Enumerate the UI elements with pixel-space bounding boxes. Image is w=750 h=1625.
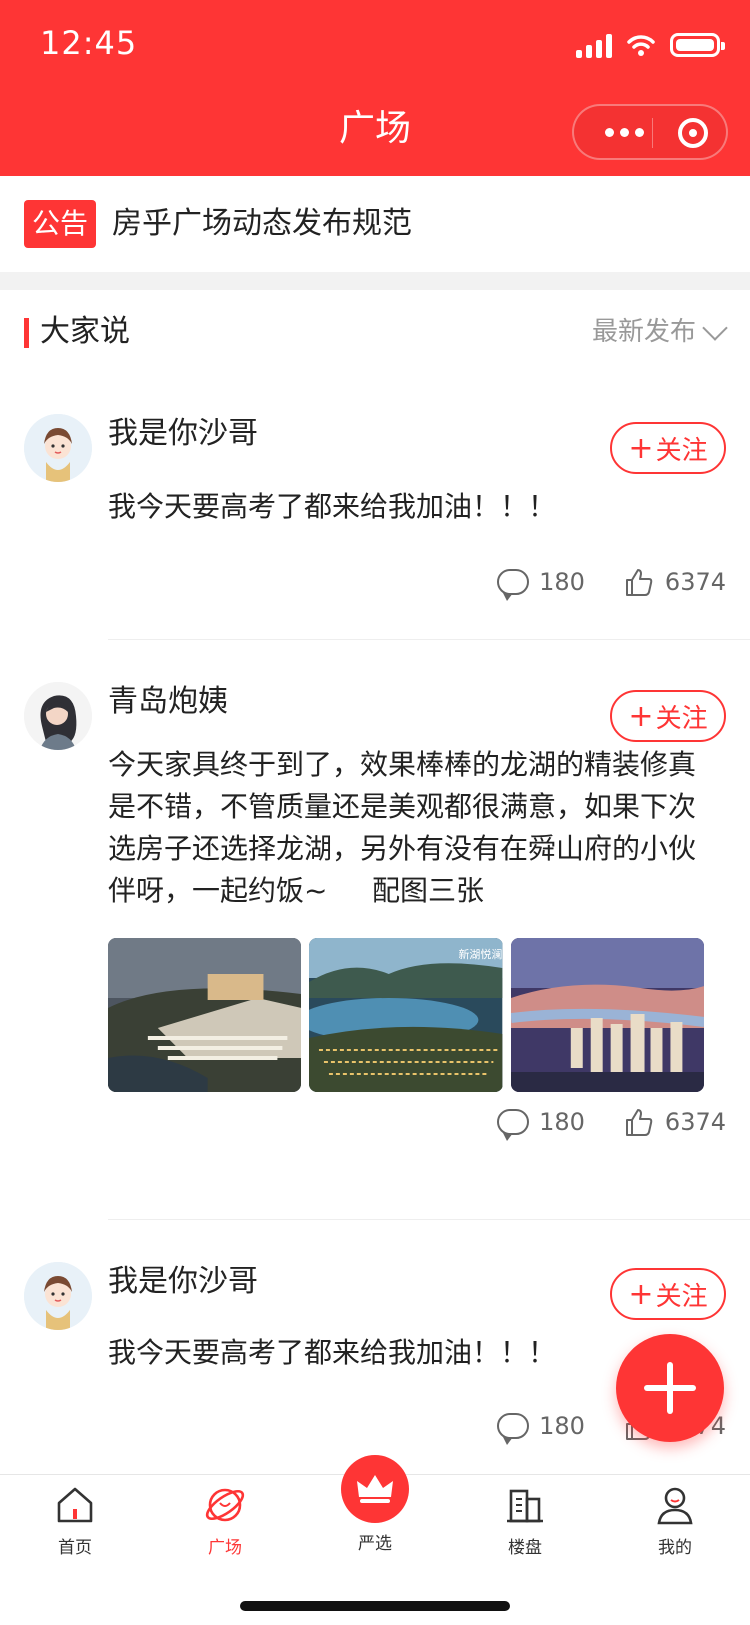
username[interactable]: 我是你沙哥 [108,414,258,454]
photo-watermark: 新湖悦澜 [459,947,503,961]
plus-icon: + [628,698,654,734]
crown-icon [341,1455,409,1523]
tab-label: 严选 [358,1534,392,1554]
tab-selection[interactable]: 严选 [330,1455,420,1554]
post-photo[interactable]: 新湖悦澜 [309,938,503,1092]
plus-icon: + [628,430,654,466]
post-text: 今天家具终于到了，效果棒棒的龙湖的精装修真是不错，不管质量还是美观都很满意，如果… [108,748,697,907]
thumbs-up-icon [623,566,655,598]
more-icon[interactable] [594,116,654,148]
post-photo[interactable] [108,938,302,1092]
building-icon [503,1483,547,1527]
follow-label: 关注 [655,703,708,734]
status-time: 12:45 [40,24,138,62]
capsule-divider [652,118,653,148]
comment-count: 180 [539,1412,585,1440]
section-gap [0,272,750,290]
comment-icon [497,1109,530,1141]
sort-label: 最新发布 [591,317,696,347]
notice-text[interactable]: 房乎广场动态发布规范 [112,200,412,248]
section-accent-bar [24,318,29,348]
home-icon [53,1483,97,1527]
follow-label: 关注 [655,1281,708,1312]
comment-stat[interactable]: 180 [497,568,585,601]
tab-profile[interactable]: 我的 [630,1483,720,1558]
tab-home[interactable]: 首页 [30,1483,120,1558]
tab-label: 广场 [208,1538,242,1558]
navigation-header: 12:45 广场 [0,0,750,176]
like-count: 6374 [664,1108,726,1136]
post-text: 我今天要高考了都来给我加油！！！ [108,490,557,523]
section-title: 大家说 [40,314,130,349]
follow-button[interactable]: + 关注 [610,1268,726,1320]
tab-properties[interactable]: 楼盘 [480,1483,570,1558]
chevron-down-icon [702,315,728,341]
post-stats: 180 6374 [497,562,726,602]
plus-icon: + [628,1276,654,1312]
close-target-icon[interactable] [678,118,708,148]
home-indicator [240,1601,510,1611]
sort-dropdown[interactable]: 最新发布 [591,312,728,352]
tab-plaza[interactable]: 广场 [180,1483,270,1558]
thumbs-up-icon [623,1106,655,1138]
avatar[interactable] [24,682,92,750]
comment-icon [497,569,530,601]
post-stats: 180 6374 [497,1102,726,1142]
signal-icon [576,32,612,58]
comment-stat[interactable]: 180 [497,1412,585,1445]
like-stat[interactable]: 6374 [623,1106,726,1138]
post-photo[interactable] [510,938,704,1092]
section-header: 大家说 最新发布 [0,290,750,373]
tab-label: 楼盘 [508,1538,542,1558]
username[interactable]: 青岛炮姨 [108,682,228,722]
notice-tag: 公告 [24,200,96,248]
follow-button[interactable]: + 关注 [610,690,726,742]
notice-bar[interactable]: 公告 房乎广场动态发布规范 [0,176,750,272]
user-icon [653,1483,697,1527]
post-card[interactable]: 我是你沙哥 + 关注 我今天要高考了都来给我加油！！！ 180 6374 [0,372,750,640]
photo-grid: 新湖悦澜 [108,938,704,1092]
avatar[interactable] [24,414,92,482]
wifi-icon [627,35,655,56]
comment-stat[interactable]: 180 [497,1108,585,1141]
comment-count: 180 [539,568,585,596]
like-count: 6374 [664,568,726,596]
username[interactable]: 我是你沙哥 [108,1262,258,1302]
tab-label: 首页 [58,1538,92,1558]
comment-count: 180 [539,1108,585,1136]
planet-icon [203,1483,247,1527]
follow-label: 关注 [655,435,708,466]
comment-icon [497,1413,530,1445]
follow-button[interactable]: + 关注 [610,422,726,474]
create-post-button[interactable] [616,1334,724,1442]
post-card[interactable]: 青岛炮姨 + 关注 今天家具终于到了，效果棒棒的龙湖的精装修真是不错，不管质量还… [0,640,750,1220]
status-icons [576,30,725,60]
avatar[interactable] [24,1262,92,1330]
battery-icon [670,33,725,57]
like-stat[interactable]: 6374 [623,566,726,598]
post-text: 我今天要高考了都来给我加油！！！ [108,1336,557,1369]
mini-program-capsule [572,104,728,160]
tab-label: 我的 [658,1538,692,1558]
